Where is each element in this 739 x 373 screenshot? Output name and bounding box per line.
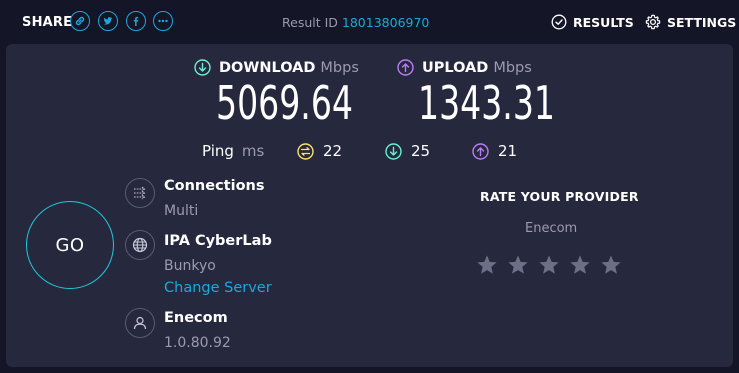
go-button[interactable]: GO <box>26 201 114 289</box>
settings-button[interactable]: SETTINGS <box>645 14 736 30</box>
ping-label-group: Ping ms <box>202 142 264 160</box>
star-icon[interactable] <box>600 254 622 276</box>
server-name: IPA CyberLab <box>164 233 272 249</box>
upload-header: UPLOAD Mbps <box>397 59 532 76</box>
ping-upload-value: 21 <box>498 142 518 160</box>
result-id: Result ID 18013806970 <box>282 15 429 30</box>
star-rating[interactable] <box>476 254 631 276</box>
ping-idle-value: 22 <box>323 142 343 160</box>
star-icon[interactable] <box>569 254 591 276</box>
connections-mode[interactable]: Multi <box>164 203 198 219</box>
download-unit: Mbps <box>320 59 359 76</box>
download-speed: 5069.64 <box>216 76 353 130</box>
ping-label: Ping <box>202 142 234 160</box>
result-id-value[interactable]: 18013806970 <box>342 15 429 30</box>
rate-provider-name: Enecom <box>525 221 578 236</box>
download-label: DOWNLOAD <box>219 59 316 76</box>
download-latency-icon <box>385 142 402 160</box>
connections-icon <box>125 178 155 208</box>
star-icon[interactable] <box>538 254 560 276</box>
upload-arrow-icon <box>397 59 414 76</box>
change-server-link[interactable]: Change Server <box>164 280 272 296</box>
gear-icon <box>645 14 661 30</box>
facebook-icon[interactable] <box>126 11 146 31</box>
results-button[interactable]: RESULTS <box>551 14 634 30</box>
link-icon[interactable] <box>70 11 90 31</box>
isp-ip: 1.0.80.92 <box>164 335 231 351</box>
idle-latency-icon <box>297 142 314 160</box>
globe-icon <box>125 230 155 260</box>
twitter-icon[interactable] <box>98 11 118 31</box>
download-arrow-icon <box>194 59 211 76</box>
upload-speed: 1343.31 <box>418 76 555 130</box>
star-icon[interactable] <box>476 254 498 276</box>
ping-upload: 21 <box>472 142 517 160</box>
share-label: SHARE <box>22 15 73 30</box>
isp-name: Enecom <box>164 310 228 326</box>
star-icon[interactable] <box>507 254 529 276</box>
connections-title: Connections <box>164 178 265 194</box>
ping-unit: ms <box>241 142 265 160</box>
ping-download: 25 <box>385 142 430 160</box>
results-label: RESULTS <box>573 14 634 30</box>
upload-label: UPLOAD <box>422 59 489 76</box>
upload-unit: Mbps <box>493 59 532 76</box>
server-location: Bunkyo <box>164 258 216 274</box>
ping-idle: 22 <box>297 142 342 160</box>
settings-label: SETTINGS <box>667 14 737 30</box>
download-header: DOWNLOAD Mbps <box>194 59 359 76</box>
top-bar: SHARE Result ID 18013806970 RESULTS SETT… <box>0 0 739 44</box>
result-id-label: Result ID <box>282 15 338 30</box>
ping-download-value: 25 <box>411 142 431 160</box>
upload-latency-icon <box>472 142 489 160</box>
rate-provider-title: RATE YOUR PROVIDER <box>480 189 639 204</box>
user-icon <box>125 308 155 338</box>
check-circle-icon <box>551 14 567 30</box>
results-panel: DOWNLOAD Mbps 5069.64 UPLOAD Mbps 1343.3… <box>6 44 733 367</box>
more-icon[interactable] <box>153 11 173 31</box>
